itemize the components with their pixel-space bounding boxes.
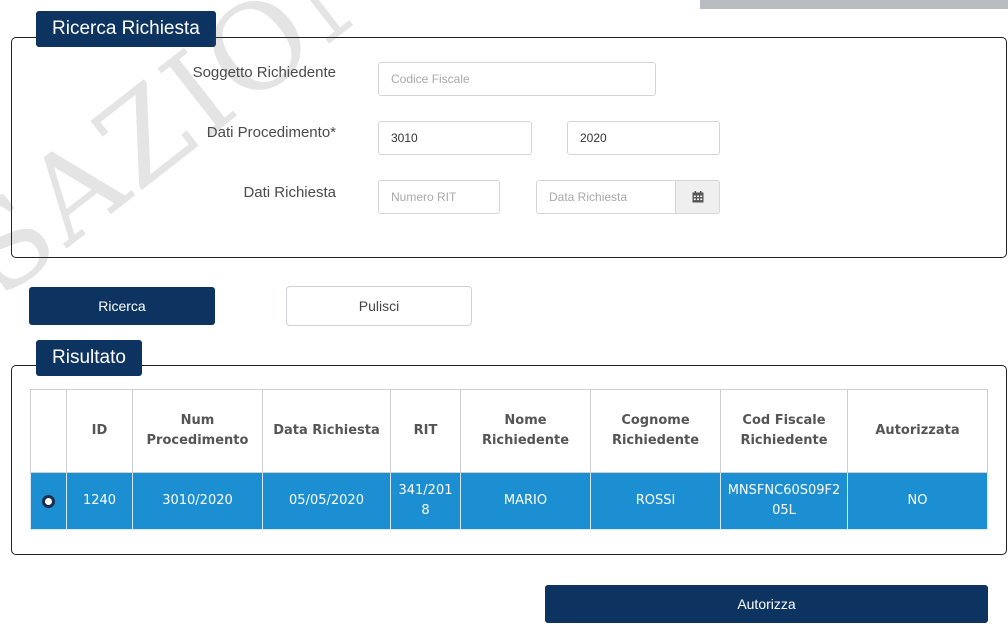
cell-nome: MARIO (460, 472, 591, 530)
column-header-select (30, 389, 67, 473)
cell-id: 1240 (66, 472, 133, 530)
dati-procedimento-label: Dati Procedimento* (206, 124, 336, 141)
column-header-nome-richiedente: Nome Richiedente (460, 389, 591, 473)
column-header-num-procedimento: Num Procedimento (132, 389, 263, 473)
ricerca-button[interactable]: Ricerca (29, 287, 215, 325)
autorizza-button[interactable]: Autorizza (545, 585, 988, 623)
top-bar-decoration (700, 0, 1008, 9)
cell-num-procedimento: 3010/2020 (132, 472, 263, 530)
row-select-cell[interactable] (30, 472, 67, 530)
date-picker-button[interactable] (676, 180, 720, 214)
column-header-id: ID (66, 389, 133, 473)
procedimento-anno-input[interactable] (567, 121, 720, 155)
numero-rit-input[interactable] (378, 180, 500, 214)
results-section-title: Risultato (36, 340, 142, 376)
cell-data-richiesta: 05/05/2020 (262, 472, 391, 530)
search-section-title: Ricerca Richiesta (36, 11, 216, 47)
pulisci-button[interactable]: Pulisci (286, 286, 472, 326)
cell-cognome: ROSSI (590, 472, 721, 530)
column-header-data-richiesta: Data Richiesta (262, 389, 391, 473)
results-table: ID Num Procedimento Data Richiesta RIT N… (30, 389, 988, 530)
row-select-radio[interactable] (42, 494, 55, 508)
calendar-icon (692, 191, 703, 203)
soggetto-richiedente-label: Soggetto Richiedente (192, 64, 336, 81)
codice-fiscale-input[interactable] (378, 62, 656, 96)
column-header-rit: RIT (390, 389, 461, 473)
cell-autorizzata: NO (847, 472, 988, 530)
column-header-cod-fiscale-richiedente: Cod Fiscale Richiedente (720, 389, 848, 473)
cell-rit: 341/2018 (390, 472, 461, 530)
table-row[interactable]: 1240 3010/2020 05/05/2020 341/2018 MARIO… (30, 472, 988, 530)
column-header-autorizzata: Autorizzata (847, 389, 988, 473)
dati-richiesta-label: Dati Richiesta (243, 184, 336, 201)
column-header-cognome-richiedente: Cognome Richiedente (590, 389, 721, 473)
cell-cod-fiscale: MNSFNC60S09F205L (720, 472, 848, 530)
results-header-row: ID Num Procedimento Data Richiesta RIT N… (30, 389, 988, 473)
data-richiesta-input[interactable] (536, 180, 676, 214)
procedimento-numero-input[interactable] (378, 121, 532, 155)
